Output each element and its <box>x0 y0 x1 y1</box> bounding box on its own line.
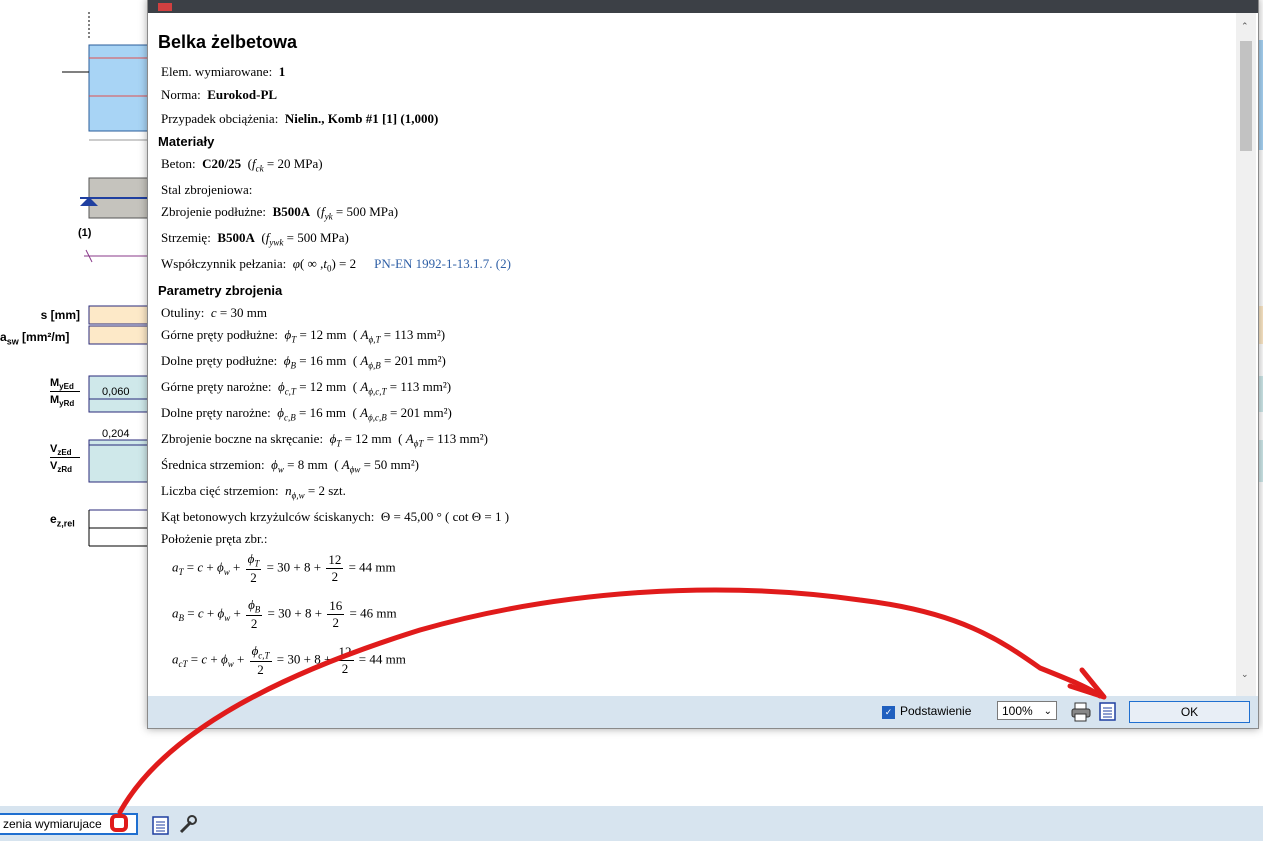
row-srednica: Średnica strzemion: ϕw = 8 mm ( Aϕw = 50… <box>161 457 419 475</box>
report-dialog: Belka żelbetowa Elem. wymiarowane: 1 Nor… <box>147 0 1259 729</box>
equation-acT: acT = c + ϕw + ϕc,T 2 = 30 + 8 + 12 2 = 44… <box>172 643 406 677</box>
row-kat: Kąt betonowych krzyżulców ściskanych: Θ … <box>161 509 510 524</box>
vertical-scrollbar[interactable]: ⌃ ⌄ <box>1236 13 1256 696</box>
scrollbar-thumb[interactable] <box>1240 41 1252 151</box>
s-label: s [mm] <box>40 308 80 322</box>
row-podluzne: Zbrojenie podłużne: B500A (fyk = 500 MPa… <box>161 204 399 222</box>
v-ratio-value: 0,204 <box>102 428 130 440</box>
row-norma: Norma: Eurokod-PL <box>161 87 278 102</box>
report-icon[interactable] <box>150 814 172 836</box>
row-stal: Stal zbrojeniowa: <box>161 182 253 197</box>
podstawienie-label: Podstawienie <box>900 704 972 718</box>
row-case: Przypadek obciążenia: Nielin., Komb #1 [… <box>161 111 439 126</box>
report-title: Belka żelbetowa <box>158 32 298 52</box>
row-strzemie: Strzemię: B500A (fywk = 500 MPa) <box>161 230 349 248</box>
row-otuliny: Otuliny: c = 30 mm <box>161 305 267 320</box>
row-ciec: Liczba cięć strzemion: nϕ,w = 2 szt. <box>161 483 346 501</box>
row-gorne-narozne: Górne pręty narożne: ϕc,T = 12 mm ( Aϕ,c… <box>161 379 452 397</box>
e-label: ez,rel <box>50 512 75 529</box>
m-ratio-bottom: MyRd <box>50 394 75 409</box>
ok-button[interactable]: OK <box>1129 701 1250 723</box>
export-report-icon[interactable] <box>1097 700 1119 722</box>
load-case-field[interactable]: zenia wymiarujace <box>0 813 138 835</box>
v-ratio-bottom: VzRd <box>50 460 73 475</box>
zoom-select[interactable]: 100% ⌄ <box>997 701 1057 720</box>
app-icon <box>158 3 172 11</box>
row-elem: Elem. wymiarowane: 1 <box>161 64 286 79</box>
equation-aT: aT = c + ϕw + ϕT 2 = 30 + 8 + 12 2 = 44 mm <box>172 551 396 585</box>
scroll-down-arrow-icon[interactable]: ⌄ <box>1241 669 1249 680</box>
diagram-svg <box>62 12 160 547</box>
podstawienie-checkbox[interactable]: ✓ <box>882 706 895 719</box>
row-polozenie: Położenie pręta zbr.: <box>161 531 268 546</box>
param-heading: Parametry zbrojenia <box>158 283 283 298</box>
dialog-footer: ✓ Podstawienie 100% ⌄ OK <box>148 696 1258 728</box>
m-ratio-value: 0,060 <box>102 386 130 398</box>
materials-heading: Materiały <box>158 134 215 149</box>
row-boczne: Zbrojenie boczne na skręcanie: ϕT = 12 m… <box>161 431 488 449</box>
row-gorne: Górne pręty podłużne: ϕT = 12 mm ( Aϕ,T … <box>161 327 446 345</box>
dialog-titlebar <box>148 0 1258 13</box>
row-dolne-narozne: Dolne pręty narożne: ϕc,B = 16 mm ( Aϕ,c… <box>161 405 452 423</box>
chevron-down-icon: ⌄ <box>1043 706 1052 717</box>
report-content: Belka żelbetowa Elem. wymiarowane: 1 Nor… <box>148 13 1236 696</box>
print-icon[interactable] <box>1070 701 1092 723</box>
pelzanie-reference[interactable]: PN-EN 1992-1-13.1.7. (2) <box>374 256 511 271</box>
row-pelzanie: Współczynnik pełzania: φ( ∞ ,t0) = 2 PN-E… <box>161 256 511 274</box>
wrench-icon[interactable] <box>176 814 198 836</box>
v-ratio-top: VzEd <box>50 443 80 459</box>
bottom-toolbar: zenia wymiarujace <box>0 806 1263 841</box>
marker-label: (1) <box>78 227 92 239</box>
m-ratio-top: MyEd <box>50 377 80 393</box>
equation-aB: aB = c + ϕw + ϕB 2 = 30 + 8 + 16 2 = 46 mm <box>172 597 397 631</box>
scroll-up-arrow-icon[interactable]: ⌃ <box>1241 21 1249 32</box>
row-beton: Beton: C20/25 (fck = 20 MPa) <box>161 156 323 174</box>
row-dolne: Dolne pręty podłużne: ϕB = 16 mm ( Aϕ,B … <box>161 353 446 371</box>
asw-label: asw [mm²/m] <box>0 330 70 347</box>
